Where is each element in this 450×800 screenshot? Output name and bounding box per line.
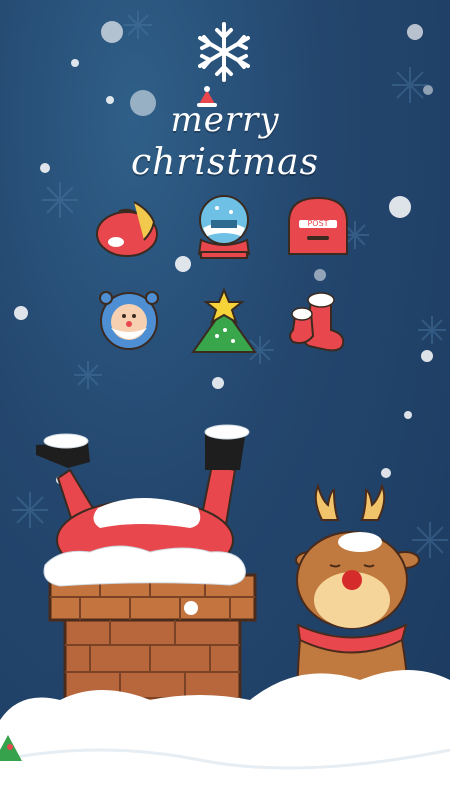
snow-globe-app-icon[interactable] <box>189 192 259 262</box>
mailbox-icon: POST <box>288 196 348 255</box>
christmas-tree-icon <box>191 287 257 353</box>
stocking-icon <box>289 292 345 352</box>
snow-globe-icon <box>197 195 251 259</box>
title-line-1: merry <box>170 100 280 140</box>
stocking-app-icon[interactable] <box>283 286 353 356</box>
christmas-tree-app-icon[interactable] <box>189 286 259 356</box>
santa-clock-icon <box>99 291 159 350</box>
sack-icon <box>96 201 158 257</box>
snowflake-icon <box>198 22 250 82</box>
mailbox-app-icon[interactable]: POST <box>283 192 353 262</box>
title-line-2: christmas <box>130 142 320 183</box>
mailbox-label: POST <box>307 219 328 228</box>
sack-app-icon[interactable] <box>94 192 164 262</box>
santa-clock-app-icon[interactable] <box>94 286 164 356</box>
